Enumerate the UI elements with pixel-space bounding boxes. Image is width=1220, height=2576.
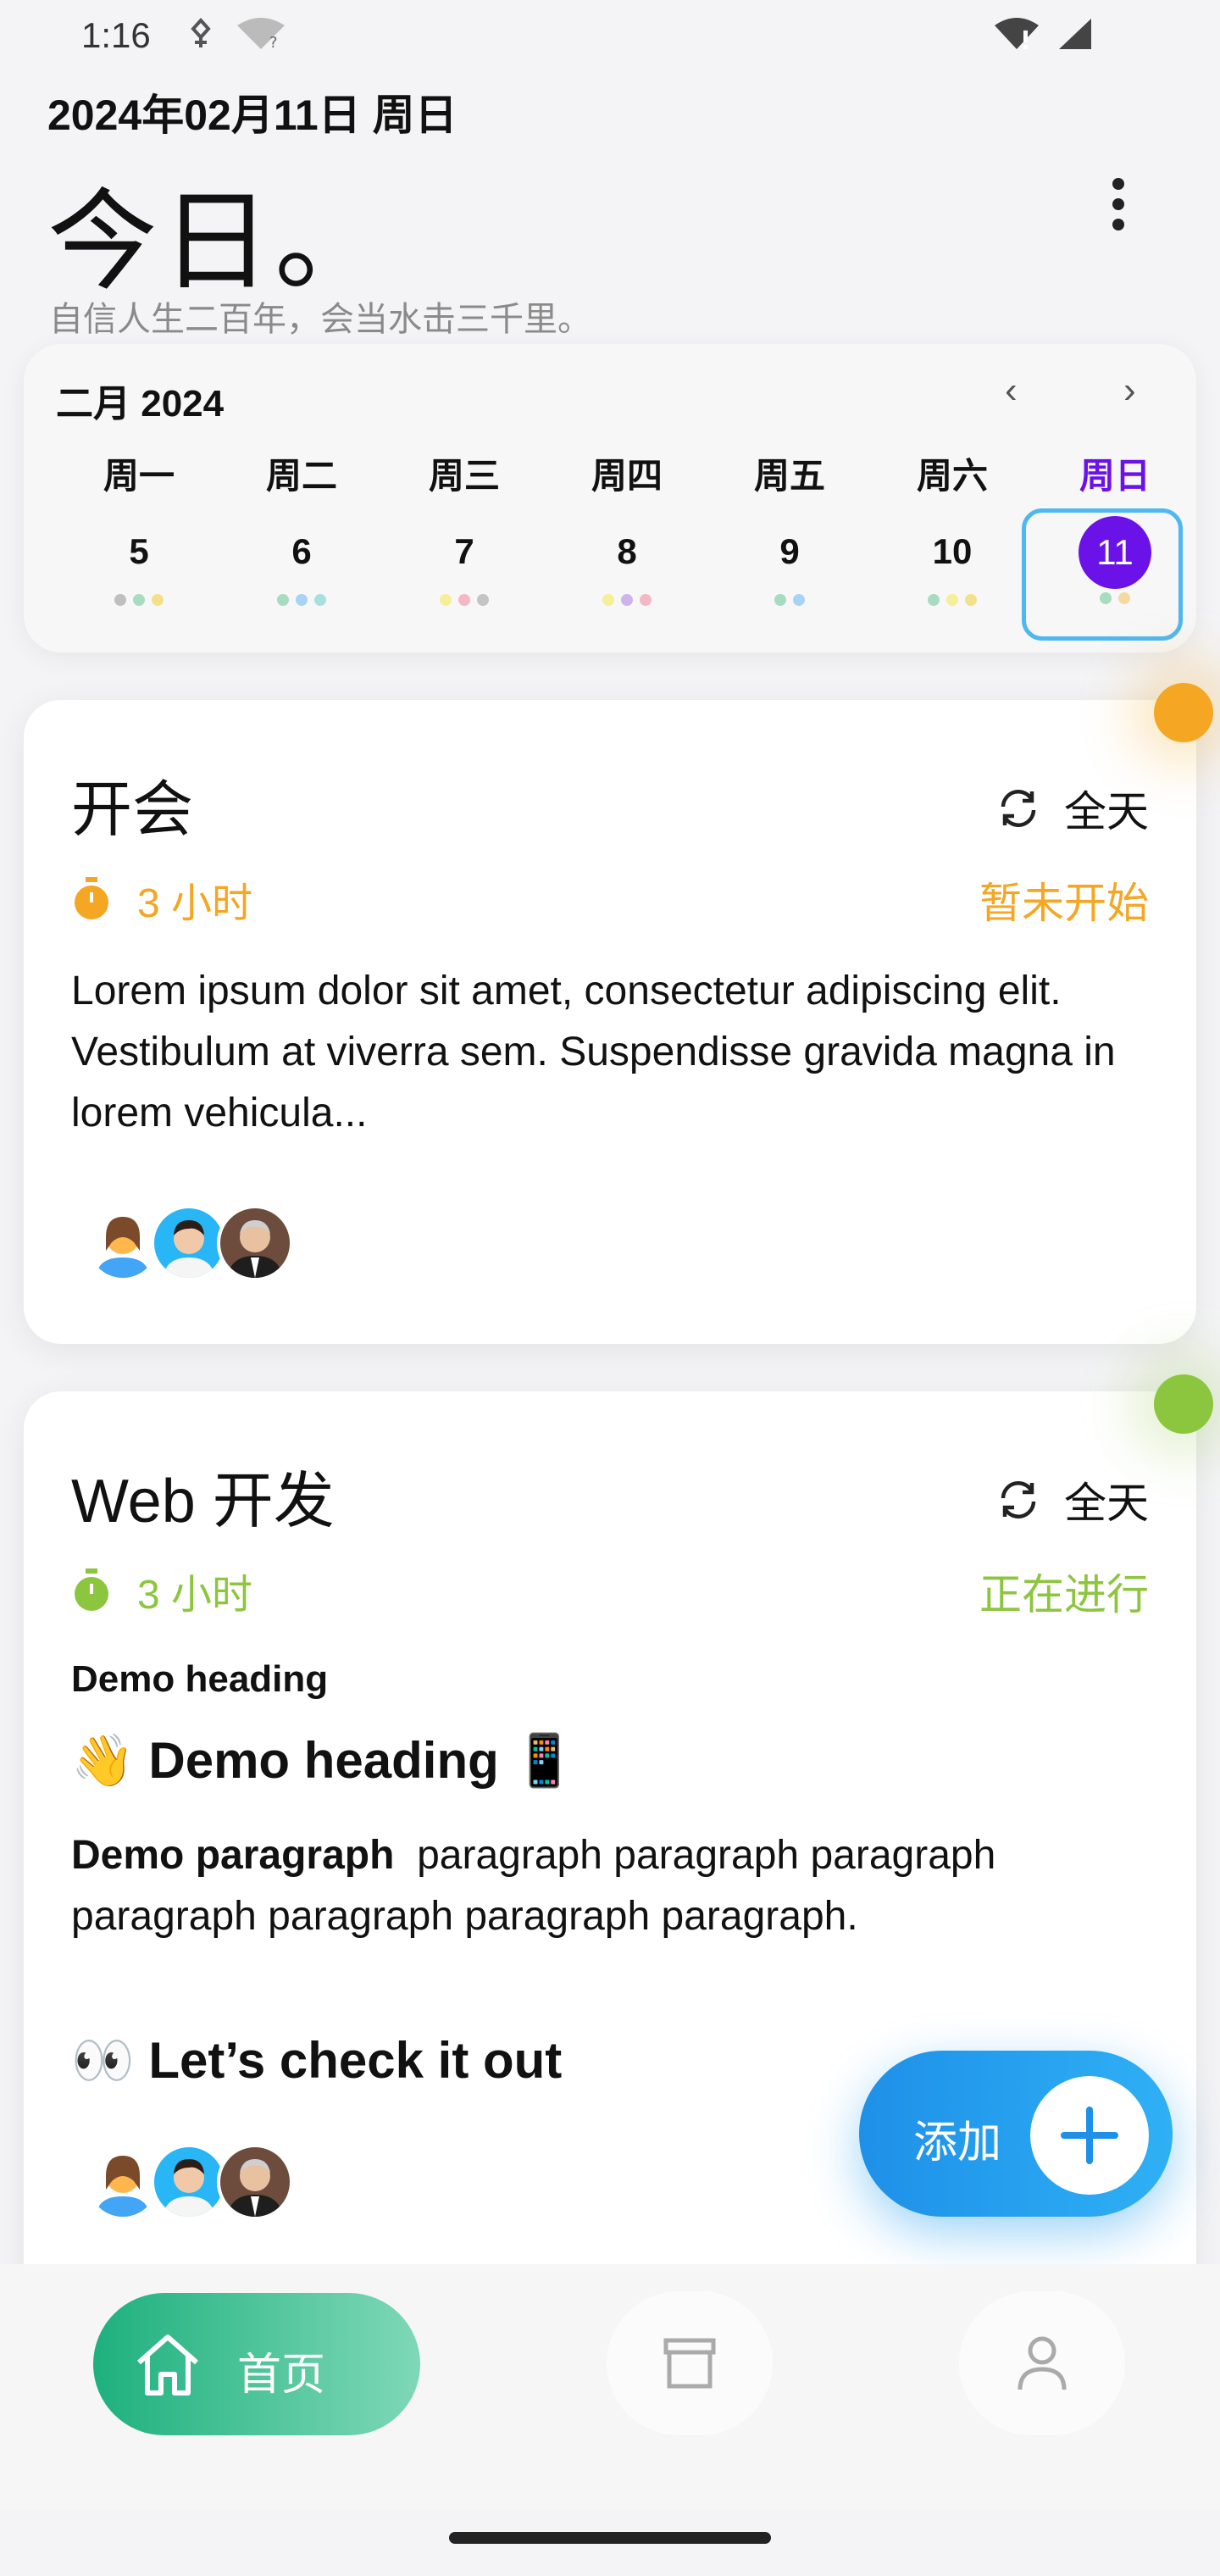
status-dot-upcoming: [1154, 683, 1213, 742]
day-cell[interactable]: 10: [871, 518, 1034, 606]
page-subtitle: 自信人生二百年，会当水击三千里。: [49, 301, 591, 338]
header-date: 2024年02月11日 周日: [47, 92, 458, 139]
status-icons-right: [993, 17, 1093, 51]
event-dots: [383, 594, 546, 606]
nav-archive-tab[interactable]: [607, 2291, 773, 2435]
selected-day-circle: 11: [1079, 516, 1151, 589]
day-number: 5: [129, 531, 149, 571]
wifi-unknown-icon: ?: [237, 18, 285, 51]
event-dots: [1034, 592, 1196, 604]
day-cell[interactable]: 6: [220, 518, 383, 606]
day-number: 10: [932, 531, 973, 571]
day-number: 8: [617, 531, 637, 571]
weekday-label-selected: 周日: [1079, 456, 1151, 496]
home-icon: [137, 2334, 198, 2396]
day-cell[interactable]: 7: [383, 518, 546, 606]
event-duration: 3 小时: [71, 869, 252, 929]
allday-label: 全天: [1064, 788, 1149, 836]
more-menu-icon[interactable]: [1110, 178, 1127, 230]
plus-icon: [1030, 2076, 1149, 2195]
person-icon: [1018, 2336, 1067, 2390]
day-number: 9: [779, 531, 800, 571]
allday-label: 全天: [1064, 1480, 1149, 1527]
markdown-paragraph: Demo paragraph paragraph paragraph parag…: [71, 1825, 1164, 1947]
prev-week-icon[interactable]: ‹: [1005, 369, 1018, 412]
event-status: 正在进行: [979, 1571, 1149, 1618]
status-icons-left: ?: [186, 17, 286, 51]
event-dots: [58, 594, 220, 606]
day-row: 5 6 7 8 9 10 11: [24, 516, 1196, 606]
day-number: 7: [454, 531, 474, 571]
event-card[interactable]: 开会 全天 3 小时 暂未开始 Lorem ipsum dolor sit am…: [24, 700, 1196, 1344]
timer-icon: [75, 877, 108, 919]
event-duration: 3 小时: [71, 1561, 252, 1620]
usb-debug-icon: [191, 18, 211, 47]
nav-profile-tab[interactable]: [959, 2291, 1125, 2435]
day-cell[interactable]: 9: [708, 518, 871, 606]
add-event-button[interactable]: 添加: [859, 2051, 1173, 2217]
event-description: Lorem ipsum dolor sit amet, consectetur …: [71, 969, 1116, 1135]
event-title: 开会: [71, 776, 194, 844]
event-allday: 全天: [996, 778, 1149, 839]
duration-label: 3 小时: [137, 881, 253, 926]
weekday-label: 周六: [916, 456, 988, 496]
event-dots: [871, 594, 1034, 606]
paragraph-bold: Demo paragraph: [71, 1833, 395, 1878]
weekday-label: 周五: [753, 456, 825, 496]
weekday-label: 周四: [591, 456, 663, 496]
day-cell[interactable]: 8: [546, 518, 708, 606]
archive-icon: [663, 2338, 716, 2389]
next-week-icon[interactable]: ›: [1123, 369, 1136, 412]
weekday-label: 周二: [265, 456, 337, 496]
gesture-home-bar[interactable]: [449, 2532, 771, 2544]
avatar: [151, 1205, 227, 1281]
repeat-icon: [1001, 1481, 1036, 1518]
repeat-icon: [1001, 790, 1036, 827]
avatar: [151, 2144, 227, 2220]
day-number-selected: 11: [1034, 516, 1196, 589]
svg-text:?: ?: [269, 34, 278, 51]
event-dots: [708, 594, 871, 606]
weekday-label: 周一: [103, 456, 175, 496]
day-cell[interactable]: 5: [58, 518, 220, 606]
avatar: [85, 1205, 161, 1281]
event-dots: [546, 594, 708, 606]
weekday-row: 周一 周二 周三 周四 周五 周六 周日: [24, 447, 1196, 499]
timer-icon: [75, 1568, 108, 1611]
markdown-heading-6: Demo heading: [71, 1658, 329, 1700]
avatar: [85, 2144, 161, 2220]
add-button-label: 添加: [913, 2118, 1002, 2168]
week-calendar: 二月 2024 ‹ › 周一 周二 周三 周四 周五 周六 周日 5 6 7 8…: [24, 344, 1196, 652]
attendee-avatars: [85, 1205, 293, 1281]
bottom-navigation: 首页: [0, 2264, 1220, 2510]
signal-icon: [1059, 19, 1091, 49]
wifi-alert-icon: [995, 18, 1039, 49]
weekday-label: 周三: [428, 456, 500, 496]
day-number: 6: [291, 531, 312, 571]
calendar-month: 二月 2024: [56, 383, 225, 425]
page-title: 今日。: [47, 180, 389, 303]
event-title: Web 开发: [71, 1468, 335, 1535]
status-dot-ongoing: [1154, 1374, 1213, 1434]
markdown-heading-3: 👋 Demo heading 📱: [71, 1732, 577, 1789]
day-cell-selected[interactable]: 11: [1034, 516, 1196, 606]
event-dots: [220, 594, 383, 606]
duration-label: 3 小时: [137, 1573, 253, 1618]
status-time: 1:16: [81, 15, 151, 55]
nav-home-tab[interactable]: 首页: [93, 2293, 420, 2435]
attendee-avatars: [85, 2144, 293, 2220]
avatar: [217, 2144, 293, 2220]
event-allday: 全天: [996, 1469, 1149, 1530]
event-status: 暂未开始: [979, 880, 1149, 927]
avatar: [217, 1205, 293, 1281]
nav-home-label: 首页: [237, 2351, 326, 2400]
